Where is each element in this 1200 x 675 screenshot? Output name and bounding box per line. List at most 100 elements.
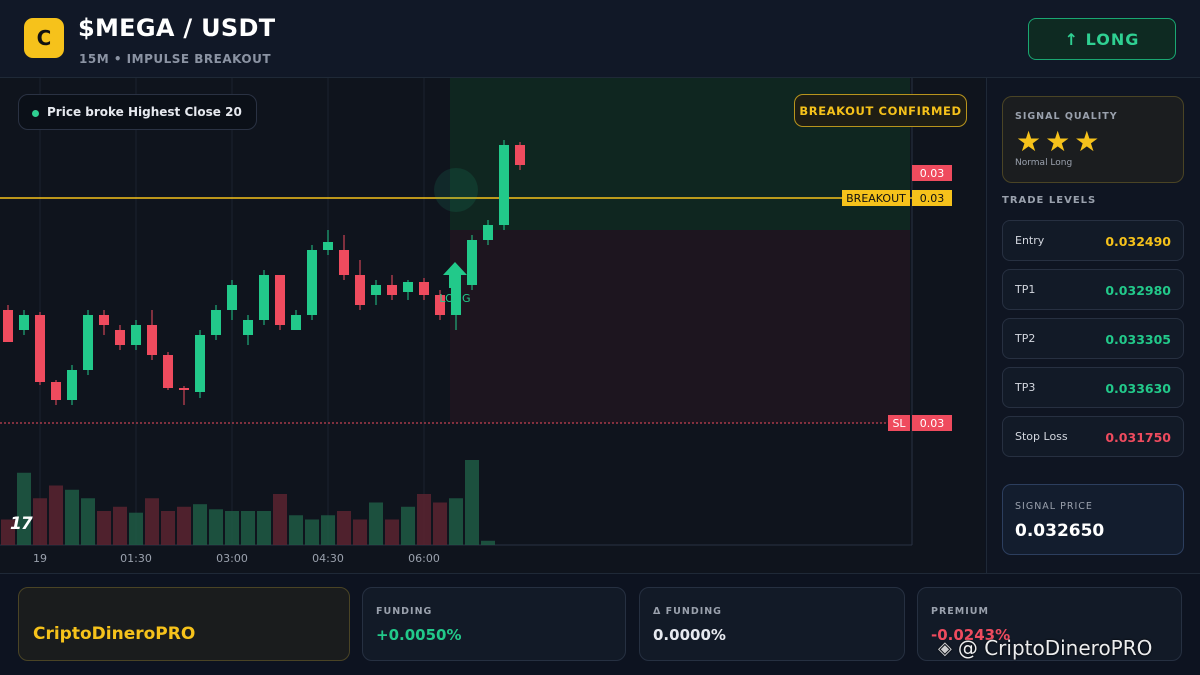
candle-body xyxy=(419,282,429,295)
volume-bar xyxy=(289,515,303,545)
tp-price-tag: 0.03 xyxy=(912,165,952,181)
volume-bar xyxy=(97,511,111,545)
time-tick-label: 06:00 xyxy=(408,552,440,565)
breakout-price-tag: 0.03 xyxy=(912,190,952,206)
volume-bar xyxy=(225,511,239,545)
candle-body xyxy=(483,225,493,240)
volume-bar xyxy=(305,519,319,545)
pair-subtitle: 15M • IMPULSE BREAKOUT xyxy=(79,52,272,66)
candle-body xyxy=(195,335,205,392)
level-name: Stop Loss xyxy=(1015,430,1068,443)
long-button[interactable]: ↑ LONG xyxy=(1028,18,1176,60)
volume-bar xyxy=(369,502,383,545)
volume-bar xyxy=(257,511,271,545)
volume-bar xyxy=(65,489,79,545)
funding-value: +0.0050% xyxy=(376,626,462,644)
volume-bar xyxy=(417,494,431,545)
volume-bar xyxy=(17,472,31,545)
binance-logo-icon: ◈ xyxy=(938,637,952,659)
delta-funding-label: Δ FUNDING xyxy=(653,606,722,617)
level-value: 0.031750 xyxy=(1105,430,1171,445)
volume-bar xyxy=(145,498,159,545)
level-value: 0.033630 xyxy=(1105,381,1171,396)
candle-body xyxy=(179,388,189,390)
signal-price-value: 0.032650 xyxy=(1015,521,1105,541)
time-tick-label: 03:00 xyxy=(216,552,248,565)
quality-note: Normal Long xyxy=(1015,158,1073,168)
level-name: TP3 xyxy=(1015,381,1036,394)
signal-glow xyxy=(434,168,478,212)
volume-bar xyxy=(433,502,447,545)
breakout-label-tag: BREAKOUT xyxy=(842,190,910,206)
candle-body xyxy=(19,315,29,330)
level-value: 0.032490 xyxy=(1105,234,1171,249)
tradingview-logo-icon: 17 xyxy=(10,514,33,534)
coin-logo: C xyxy=(24,18,64,58)
candle-body xyxy=(163,355,173,388)
candle-body xyxy=(243,320,253,335)
level-value: 0.032980 xyxy=(1105,283,1171,298)
volume-bar xyxy=(33,498,47,545)
level-row-tp1: TP1 0.032980 xyxy=(1002,269,1184,310)
candle-body xyxy=(259,275,269,320)
delta-funding-value: 0.0000% xyxy=(653,626,726,644)
candle-body xyxy=(323,242,333,250)
candle-body xyxy=(115,330,125,345)
sl-label-tag: SL xyxy=(888,415,910,431)
time-tick-label: 04:30 xyxy=(312,552,344,565)
breakout-confirmed-badge: BREAKOUT CONFIRMED xyxy=(794,94,967,127)
signal-price-card: SIGNAL PRICE 0.032650 xyxy=(1002,484,1184,555)
premium-label: PREMIUM xyxy=(931,606,989,617)
volume-bar xyxy=(129,512,143,545)
candle-body xyxy=(339,250,349,275)
signal-quality-card: SIGNAL QUALITY ★★★ xyxy=(1002,96,1184,183)
info-chip-text: Price broke Highest Close 20 xyxy=(47,105,242,119)
volume-bar xyxy=(321,515,335,545)
volume-bar xyxy=(49,485,63,545)
funding-card: FUNDING +0.0050% xyxy=(362,587,626,661)
level-row-tp3: TP3 0.033630 xyxy=(1002,367,1184,408)
candle-body xyxy=(515,145,525,165)
watermark-text: @ CriptoDineroPRO xyxy=(957,636,1153,660)
price-chart[interactable]: LONG 19 01:30 03:00 04:30 06:00 xyxy=(0,78,985,573)
level-row-tp2: TP2 0.033305 xyxy=(1002,318,1184,359)
time-tick-label: 01:30 xyxy=(120,552,152,565)
candle-body xyxy=(403,282,413,292)
signal-quality-label: SIGNAL QUALITY xyxy=(1015,111,1118,122)
volume-bar xyxy=(401,506,415,545)
sl-price-tag: 0.03 xyxy=(912,415,952,431)
volume-bar xyxy=(177,506,191,545)
time-tick-label: 19 xyxy=(33,552,47,565)
volume-bar xyxy=(113,506,127,545)
level-name: TP1 xyxy=(1015,283,1036,296)
info-chip: Price broke Highest Close 20 xyxy=(18,94,257,130)
level-name: Entry xyxy=(1015,234,1045,247)
volume-bar xyxy=(161,511,175,545)
volume-bar xyxy=(465,460,479,545)
candle-body xyxy=(467,240,477,285)
volume-bar xyxy=(481,540,495,545)
watermark: ◈ @ CriptoDineroPRO xyxy=(938,636,1152,660)
level-value: 0.033305 xyxy=(1105,332,1171,347)
volume-bar xyxy=(337,511,351,545)
volume-bar xyxy=(81,498,95,545)
volume-bar xyxy=(353,519,367,545)
trade-levels-title: TRADE LEVELS xyxy=(1002,195,1097,206)
candle-body xyxy=(3,310,13,342)
level-row-stop-loss: Stop Loss 0.031750 xyxy=(1002,416,1184,457)
pair-title: $MEGA / USDT xyxy=(78,14,276,42)
volume-bar xyxy=(241,511,255,545)
candle-body xyxy=(307,250,317,315)
candle-body xyxy=(355,275,365,305)
candle-body xyxy=(387,285,397,295)
candle-body xyxy=(211,310,221,335)
signal-price-label: SIGNAL PRICE xyxy=(1015,501,1093,512)
chart-canvas[interactable]: LONG 19 01:30 03:00 04:30 06:00 xyxy=(0,78,985,573)
candle-body xyxy=(35,315,45,382)
status-dot-icon xyxy=(32,110,39,117)
brand-card: CriptoDineroPRO xyxy=(18,587,350,661)
candle-body xyxy=(275,275,285,325)
candle-body xyxy=(147,325,157,355)
candle-body xyxy=(131,325,141,345)
volume-bar xyxy=(449,498,463,545)
